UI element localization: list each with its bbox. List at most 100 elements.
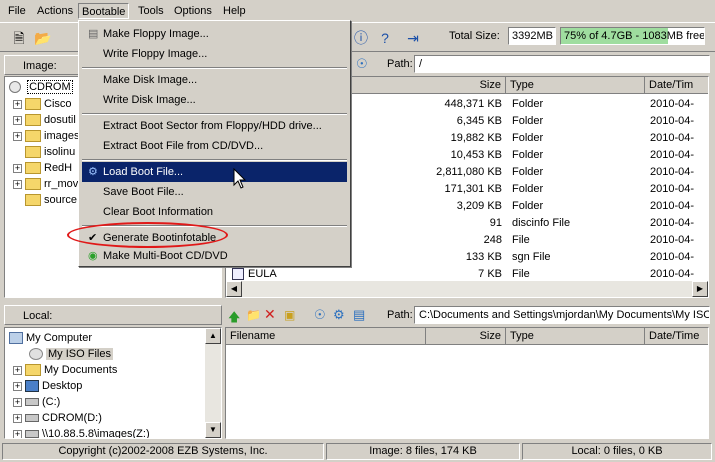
menu-item-extract-boot-sector[interactable]: Extract Boot Sector from Floppy/HDD driv… [82,116,347,136]
column-header-size[interactable]: Size [426,77,506,94]
menu-separator [82,67,347,69]
file-size: 2,811,080 KB [436,166,502,178]
new-icon[interactable]: 🗎 [10,29,28,47]
file-size: 133 KB [465,251,502,263]
new-folder-icon[interactable]: 📁 [246,308,261,322]
help-icon[interactable]: ? [376,29,394,47]
open-icon[interactable]: 📂 [34,29,52,47]
floppy-icon: ▤ [88,28,99,40]
capacity-bar: 75% of 4.7GB - 1083MB free [560,27,705,45]
cd-icon [9,81,21,94]
file-date: 2010-04- [650,234,695,246]
file-size: 171,301 KB [444,183,503,195]
refresh-icon[interactable]: ☉ [356,56,368,72]
properties-icon[interactable]: ▤ [353,307,365,323]
menu-actions[interactable]: Actions [34,3,76,19]
file-type: Folder [512,98,544,110]
status-copyright: Copyright (c)2002-2008 EZB Systems, Inc. [2,443,324,460]
tree-node[interactable]: + CDROM(D:) [13,410,102,426]
menu-options[interactable]: Options [171,3,215,19]
menu-item-write-disk-image[interactable]: Write Disk Image... [82,90,347,110]
file-type: Folder [512,200,544,212]
info-icon[interactable]: ⓘ [352,29,370,47]
column-header-date[interactable]: Date/Time [645,328,708,345]
desktop-icon [25,380,39,393]
file-size: 3,209 KB [456,200,502,212]
tree-node[interactable]: isolinu [25,144,75,160]
tree-node[interactable]: + (C:) [13,394,60,410]
file-size: 248 [483,234,502,246]
file-date: 2010-04- [650,98,695,110]
horizontal-scrollbar[interactable]: ◀ ▶ [226,281,708,297]
settings-icon[interactable]: ⚙ [333,307,345,323]
tree-node[interactable]: + \\10.88.5.8\images(Z:) [13,426,150,438]
menu-item-clear-boot-information[interactable]: Clear Boot Information [82,202,347,222]
tree-node[interactable]: + Cisco [13,96,72,112]
file-date: 2010-04- [650,115,695,127]
file-size: 91 [489,217,502,229]
tree-node-my-iso-files[interactable]: My ISO Files [29,346,113,362]
folder-icon [25,114,41,127]
mouse-cursor-icon [233,168,247,189]
multiboot-icon: ◉ [88,250,98,262]
menu-item-make-floppy-image[interactable]: ▤ Make Floppy Image... [82,24,347,44]
file-type: Folder [512,183,544,195]
vertical-scrollbar[interactable]: ▲ ▼ [205,328,221,438]
tree-node[interactable]: + rr_mov [13,176,78,192]
network-drive-icon [25,430,39,438]
menu-item-extract-boot-file[interactable]: Extract Boot File from CD/DVD... [82,136,347,156]
scroll-left-icon[interactable]: ◀ [226,281,242,297]
local-path-field[interactable]: C:\Documents and Settings\mjordan\My Doc… [414,306,710,324]
column-header-date[interactable]: Date/Tim [645,77,708,94]
up-icon[interactable]: 🡅 [228,308,240,329]
tree-node[interactable]: + RedH [13,160,72,176]
file-type: Folder [512,149,544,161]
refresh-icon[interactable]: ☉ [314,307,326,323]
folder-icon [25,194,41,207]
file-date: 2010-04- [650,166,695,178]
menu-item-make-disk-image[interactable]: Make Disk Image... [82,70,347,90]
tree-node[interactable]: source [25,192,77,208]
image-path-field[interactable]: / [414,55,710,73]
file-type: Folder [512,166,544,178]
column-header-size[interactable]: Size [426,328,506,345]
exit-icon[interactable]: ⇥ [404,29,422,47]
menu-item-make-multi-boot[interactable]: ◉ Make Multi-Boot CD/DVD [82,246,347,266]
capacity-text: 75% of 4.7GB - 1083MB free [564,30,705,42]
local-panel-header: Local: [4,305,222,325]
rename-icon[interactable]: ▣ [284,308,295,322]
local-label: Local: [23,310,53,322]
iso-icon [29,348,43,361]
tree-node[interactable]: + dosutil [13,112,76,128]
menu-bootable[interactable]: Bootable [78,3,130,19]
gear-icon: ⚙ [88,166,98,178]
tree-node[interactable]: + Desktop [13,378,82,394]
cd-drive-icon [25,414,39,423]
annotation-circle [67,222,228,248]
tree-node-cdrom[interactable]: CDROM [9,79,73,95]
scroll-right-icon[interactable]: ▶ [692,281,708,297]
tree-node-my-computer[interactable]: My Computer [9,330,92,346]
menu-item-load-boot-file[interactable]: ⚙ Load Boot File... [82,162,347,182]
file-date: 2010-04- [650,183,695,195]
column-header-filename[interactable]: Filename [226,328,426,345]
total-size-value: 3392MB [508,27,556,45]
file-type: Folder [512,115,544,127]
column-header-type[interactable]: Type [506,77,645,94]
tree-node[interactable]: + My Documents [13,362,117,378]
column-header-type[interactable]: Type [506,328,645,345]
scroll-up-icon[interactable]: ▲ [205,328,221,344]
menu-item-write-floppy-image[interactable]: Write Floppy Image... [82,44,347,64]
delete-icon[interactable]: ✕ [264,306,276,323]
menu-item-save-boot-file[interactable]: Save Boot File... [82,182,347,202]
file-date: 2010-04- [650,217,695,229]
file-date: 2010-04- [650,149,695,161]
folder-icon [25,162,41,175]
scroll-down-icon[interactable]: ▼ [205,422,221,438]
menu-help[interactable]: Help [220,3,249,19]
menu-tools[interactable]: Tools [135,3,167,19]
file-size: 19,882 KB [450,132,502,144]
folder-icon [25,98,41,111]
menu-file[interactable]: File [5,3,29,19]
tree-node[interactable]: + images [13,128,79,144]
